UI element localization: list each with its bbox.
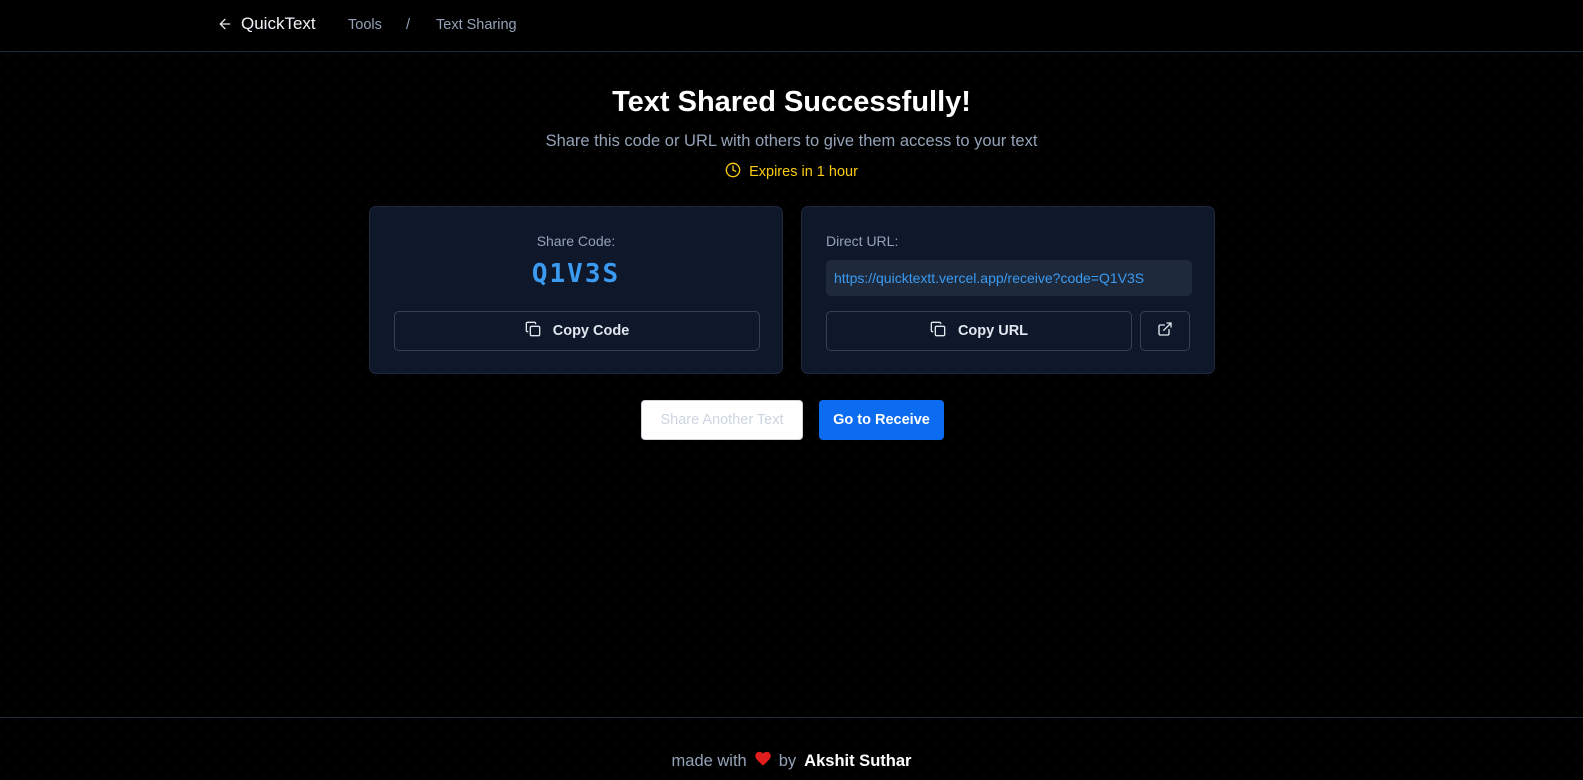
footer: made with by Akshit Suthar — [0, 717, 1583, 780]
go-to-receive-button[interactable]: Go to Receive — [819, 400, 944, 440]
heart-icon — [755, 751, 771, 771]
copy-icon — [525, 321, 541, 341]
breadcrumb-separator: / — [406, 17, 411, 33]
page-title: Text Shared Successfully! — [612, 86, 971, 118]
arrow-left-icon — [217, 16, 233, 32]
brand-name: QuickText — [241, 14, 316, 33]
author-link[interactable]: Akshit Suthar — [804, 752, 911, 771]
breadcrumb-tools[interactable]: Tools — [348, 17, 382, 33]
open-url-button[interactable] — [1140, 311, 1190, 351]
share-code-card: Share Code: Q1V3S Copy Code — [369, 206, 783, 374]
share-code-value: Q1V3S — [531, 259, 621, 289]
footer-made-with: made with — [671, 751, 747, 770]
page-subtitle: Share this code or URL with others to gi… — [545, 132, 1038, 150]
back-link[interactable]: QuickText — [217, 14, 316, 34]
copy-icon — [930, 321, 946, 341]
clock-icon — [725, 162, 741, 182]
copy-code-label: Copy Code — [552, 323, 630, 339]
copy-url-button[interactable]: Copy URL — [826, 311, 1132, 351]
expiry-notice: Expires in 1 hour — [0, 162, 1583, 182]
top-nav: QuickText Tools / Text Sharing — [0, 0, 1583, 52]
copy-code-button[interactable]: Copy Code — [394, 311, 760, 351]
expiry-text: Expires in 1 hour — [749, 164, 858, 180]
breadcrumb-current: Text Sharing — [436, 17, 517, 33]
external-link-icon — [1157, 321, 1173, 341]
footer-by: by — [778, 751, 797, 770]
share-another-button[interactable]: Share Another Text — [641, 400, 803, 440]
share-code-label: Share Code: — [536, 233, 616, 249]
direct-url-field[interactable]: https://quicktextt.vercel.app/receive?co… — [826, 260, 1192, 296]
direct-url-label: Direct URL: — [826, 233, 899, 249]
footer-credit: made with by Akshit Suthar — [0, 751, 1583, 771]
copy-url-label: Copy URL — [957, 323, 1029, 339]
direct-url-card: Direct URL: https://quicktextt.vercel.ap… — [801, 206, 1215, 374]
